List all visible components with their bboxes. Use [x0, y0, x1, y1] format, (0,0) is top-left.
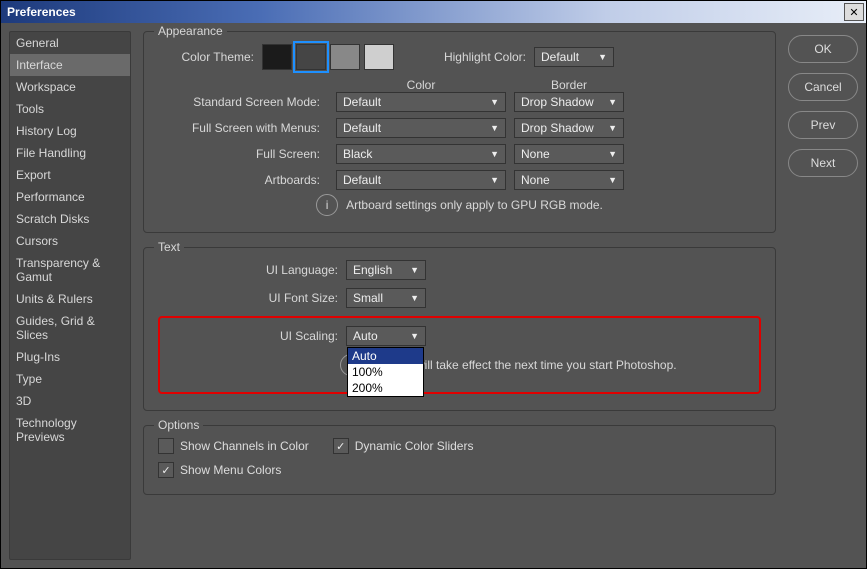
- sidebar-item-export[interactable]: Export: [10, 164, 130, 186]
- text-group: Text UI Language: English▼ UI Font Size:…: [143, 247, 776, 411]
- sidebar-item-interface[interactable]: Interface: [10, 54, 130, 76]
- chevron-down-icon: ▼: [490, 149, 499, 159]
- sidebar-item-transparency-gamut[interactable]: Transparency & Gamut: [10, 252, 130, 288]
- ui-font-size-label: UI Font Size:: [158, 291, 346, 305]
- ui-scaling-option[interactable]: Auto: [348, 348, 423, 364]
- sidebar-item-cursors[interactable]: Cursors: [10, 230, 130, 252]
- mode-label: Full Screen:: [158, 147, 328, 161]
- cancel-button[interactable]: Cancel: [788, 73, 858, 101]
- chevron-down-icon: ▼: [410, 265, 419, 275]
- chevron-down-icon: ▼: [608, 97, 617, 107]
- titlebar: Preferences ✕: [1, 1, 866, 23]
- options-group: Options Show Channels in Color ✓Dynamic …: [143, 425, 776, 495]
- ui-scaling-highlight: UI Scaling: Auto▼ Auto100%200% i will ta…: [158, 316, 761, 394]
- chevron-down-icon: ▼: [608, 149, 617, 159]
- color-theme-swatches: [262, 44, 394, 70]
- chevron-down-icon: ▼: [608, 175, 617, 185]
- sidebar-item-performance[interactable]: Performance: [10, 186, 130, 208]
- prev-button[interactable]: Prev: [788, 111, 858, 139]
- mode-border-select[interactable]: None▼: [514, 170, 624, 190]
- show-menu-colors-checkbox[interactable]: ✓Show Menu Colors: [158, 462, 281, 478]
- mode-border-select[interactable]: Drop Shadow▼: [514, 92, 624, 112]
- sidebar-item-workspace[interactable]: Workspace: [10, 76, 130, 98]
- sidebar-item-tools[interactable]: Tools: [10, 98, 130, 120]
- mode-border-select[interactable]: Drop Shadow▼: [514, 118, 624, 138]
- sidebar-item-scratch-disks[interactable]: Scratch Disks: [10, 208, 130, 230]
- ui-font-size-select[interactable]: Small▼: [346, 288, 426, 308]
- dialog-buttons: OK Cancel Prev Next: [788, 31, 858, 560]
- chevron-down-icon: ▼: [410, 293, 419, 303]
- mode-label: Standard Screen Mode:: [158, 95, 328, 109]
- mode-color-select[interactable]: Default▼: [336, 118, 506, 138]
- mode-color-select[interactable]: Default▼: [336, 92, 506, 112]
- color-theme-label: Color Theme:: [158, 50, 262, 64]
- preferences-dialog: Preferences ✕ GeneralInterfaceWorkspaceT…: [0, 0, 867, 569]
- main-panel: Appearance Color Theme: Highlight Color:…: [143, 31, 776, 560]
- chevron-down-icon: ▼: [490, 97, 499, 107]
- next-button[interactable]: Next: [788, 149, 858, 177]
- ui-scaling-option[interactable]: 200%: [348, 380, 423, 396]
- color-column-header: Color: [336, 78, 506, 92]
- chevron-down-icon: ▼: [490, 123, 499, 133]
- color-theme-swatch[interactable]: [364, 44, 394, 70]
- color-theme-swatch[interactable]: [330, 44, 360, 70]
- sidebar-item-history-log[interactable]: History Log: [10, 120, 130, 142]
- dynamic-color-sliders-checkbox[interactable]: ✓Dynamic Color Sliders: [333, 438, 474, 454]
- border-column-header: Border: [514, 78, 624, 92]
- sidebar-item-guides-grid-slices[interactable]: Guides, Grid & Slices: [10, 310, 130, 346]
- chevron-down-icon: ▼: [490, 175, 499, 185]
- ui-language-select[interactable]: English▼: [346, 260, 426, 280]
- chevron-down-icon: ▼: [598, 52, 607, 62]
- sidebar-item-file-handling[interactable]: File Handling: [10, 142, 130, 164]
- mode-label: Full Screen with Menus:: [158, 121, 328, 135]
- mode-border-select[interactable]: None▼: [514, 144, 624, 164]
- sidebar-item-technology-previews[interactable]: Technology Previews: [10, 412, 130, 448]
- appearance-legend: Appearance: [154, 24, 227, 38]
- highlight-color-select[interactable]: Default▼: [534, 47, 614, 67]
- options-legend: Options: [154, 418, 203, 432]
- ok-button[interactable]: OK: [788, 35, 858, 63]
- show-channels-checkbox[interactable]: Show Channels in Color: [158, 438, 309, 454]
- ui-scaling-dropdown: Auto100%200%: [347, 347, 424, 397]
- ui-scaling-label: UI Scaling:: [170, 329, 346, 343]
- chevron-down-icon: ▼: [410, 331, 419, 341]
- mode-label: Artboards:: [158, 173, 328, 187]
- ui-language-label: UI Language:: [158, 263, 346, 277]
- text-note: will take effect the next time you start…: [416, 358, 677, 372]
- highlight-color-label: Highlight Color:: [406, 50, 534, 64]
- sidebar-item-general[interactable]: General: [10, 32, 130, 54]
- sidebar-item-plug-ins[interactable]: Plug-Ins: [10, 346, 130, 368]
- category-sidebar: GeneralInterfaceWorkspaceToolsHistory Lo…: [9, 31, 131, 560]
- appearance-note: Artboard settings only apply to GPU RGB …: [346, 198, 603, 212]
- close-button[interactable]: ✕: [844, 3, 864, 21]
- appearance-group: Appearance Color Theme: Highlight Color:…: [143, 31, 776, 233]
- mode-color-select[interactable]: Default▼: [336, 170, 506, 190]
- info-icon: i: [316, 194, 338, 216]
- chevron-down-icon: ▼: [608, 123, 617, 133]
- color-theme-swatch[interactable]: [262, 44, 292, 70]
- text-legend: Text: [154, 240, 184, 254]
- ui-scaling-option[interactable]: 100%: [348, 364, 423, 380]
- sidebar-item-3d[interactable]: 3D: [10, 390, 130, 412]
- ui-scaling-select[interactable]: Auto▼ Auto100%200%: [346, 326, 426, 346]
- mode-color-select[interactable]: Black▼: [336, 144, 506, 164]
- color-theme-swatch[interactable]: [296, 44, 326, 70]
- sidebar-item-type[interactable]: Type: [10, 368, 130, 390]
- sidebar-item-units-rulers[interactable]: Units & Rulers: [10, 288, 130, 310]
- window-title: Preferences: [7, 5, 76, 19]
